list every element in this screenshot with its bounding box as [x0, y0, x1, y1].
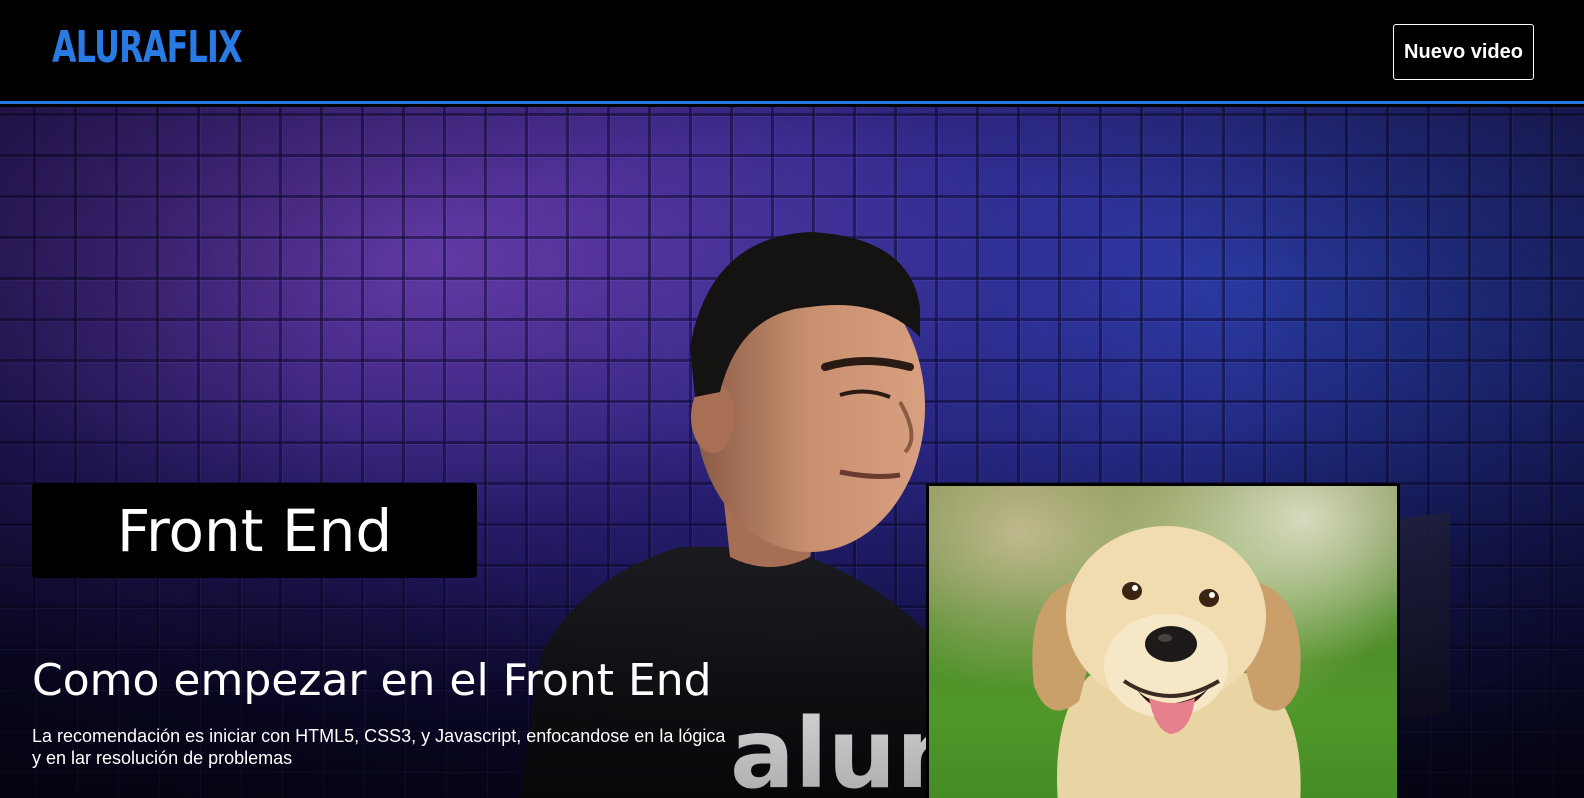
hero-description-line-1: La recomendación es iniciar con HTML5, C… — [32, 726, 726, 746]
hero-description-line-2: y en lar resolución de problemas — [32, 748, 293, 768]
featured-video-thumbnail[interactable] — [926, 483, 1400, 798]
new-video-button[interactable]: Nuevo video — [1393, 24, 1534, 80]
hero-banner: alura Front End Como empezar en el Front… — [0, 107, 1584, 798]
site-header: ALURAFLIX Nuevo video — [0, 0, 1584, 104]
aluraflix-app: ALURAFLIX Nuevo video Front End Como emp… — [0, 0, 1584, 798]
aluraflix-logo[interactable]: ALURAFLIX — [52, 18, 242, 78]
category-badge: Front End — [32, 483, 477, 578]
hero-description: La recomendación es iniciar con HTML5, C… — [32, 725, 772, 769]
golden-retriever-dog-image — [1032, 526, 1301, 798]
hero-title: Como empezar en el Front End — [32, 655, 712, 706]
